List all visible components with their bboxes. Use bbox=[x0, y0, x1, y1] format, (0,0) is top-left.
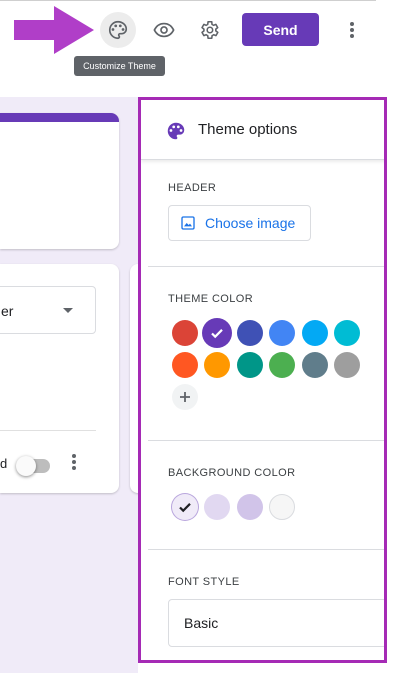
required-toggle[interactable] bbox=[16, 456, 52, 476]
send-button[interactable]: Send bbox=[242, 13, 319, 46]
background-color-swatch[interactable] bbox=[269, 494, 296, 520]
header-section-label: HEADER bbox=[168, 182, 217, 194]
palette-icon bbox=[109, 20, 128, 40]
section-divider bbox=[148, 440, 384, 441]
title-card-accent-bar bbox=[0, 113, 119, 122]
theme-color-swatch[interactable] bbox=[172, 352, 198, 378]
theme-color-swatch[interactable] bbox=[301, 352, 328, 378]
background-color-swatch-selected[interactable] bbox=[172, 494, 198, 520]
check-icon bbox=[179, 503, 191, 513]
background-color-section-label: BACKGROUND COLOR bbox=[168, 467, 296, 479]
theme-color-swatch[interactable] bbox=[334, 352, 360, 378]
question-card[interactable]: er d bbox=[0, 264, 119, 493]
theme-color-swatch-selected[interactable] bbox=[202, 318, 233, 348]
font-style-value: Basic bbox=[184, 615, 219, 631]
settings-button[interactable] bbox=[191, 12, 227, 48]
panel-title: Theme options bbox=[198, 121, 298, 138]
dropdown-arrow-icon bbox=[63, 308, 73, 313]
palette-icon bbox=[167, 122, 185, 140]
theme-color-section-label: THEME COLOR bbox=[168, 293, 254, 305]
customize-theme-button[interactable] bbox=[100, 12, 136, 48]
toggle-thumb bbox=[16, 456, 36, 476]
customize-theme-tooltip: Customize Theme bbox=[74, 56, 165, 76]
choose-image-button[interactable]: Choose image bbox=[168, 205, 311, 241]
gear-icon bbox=[201, 20, 219, 40]
theme-options-panel: Theme options HEADER Choose image THEME … bbox=[138, 97, 387, 663]
theme-color-swatch[interactable] bbox=[301, 320, 328, 346]
add-custom-color-button[interactable] bbox=[172, 384, 198, 410]
theme-color-swatch[interactable] bbox=[334, 320, 360, 346]
theme-color-swatch[interactable] bbox=[204, 352, 231, 378]
panel-header: Theme options bbox=[141, 100, 384, 160]
background-color-swatch[interactable] bbox=[236, 494, 263, 520]
theme-color-swatch[interactable] bbox=[269, 352, 296, 378]
required-label: d bbox=[0, 456, 8, 471]
font-style-dropdown[interactable]: Basic bbox=[168, 599, 384, 647]
eye-icon bbox=[153, 22, 175, 38]
question-footer-divider bbox=[0, 430, 96, 431]
check-icon bbox=[211, 329, 224, 339]
theme-color-swatch[interactable] bbox=[236, 352, 263, 378]
more-vert-icon bbox=[72, 454, 76, 470]
section-divider bbox=[148, 266, 384, 267]
theme-color-swatch[interactable] bbox=[269, 320, 296, 346]
choose-image-label: Choose image bbox=[205, 215, 296, 231]
question-type-dropdown[interactable]: er bbox=[0, 286, 96, 334]
background-color-swatch[interactable] bbox=[204, 494, 231, 520]
preview-button[interactable] bbox=[146, 12, 182, 48]
more-vert-icon bbox=[350, 22, 354, 38]
image-icon bbox=[181, 216, 195, 230]
theme-color-swatch[interactable] bbox=[172, 320, 198, 346]
form-title-card[interactable] bbox=[0, 113, 119, 249]
font-style-section-label: FONT STYLE bbox=[168, 576, 240, 588]
annotation-arrow bbox=[14, 6, 94, 54]
theme-color-swatch[interactable] bbox=[236, 320, 263, 346]
question-type-label: er bbox=[1, 303, 14, 319]
top-divider bbox=[0, 0, 376, 1]
more-options-button[interactable] bbox=[334, 12, 370, 48]
section-divider bbox=[148, 549, 384, 550]
question-more-button[interactable] bbox=[64, 450, 84, 474]
plus-icon bbox=[180, 392, 190, 402]
